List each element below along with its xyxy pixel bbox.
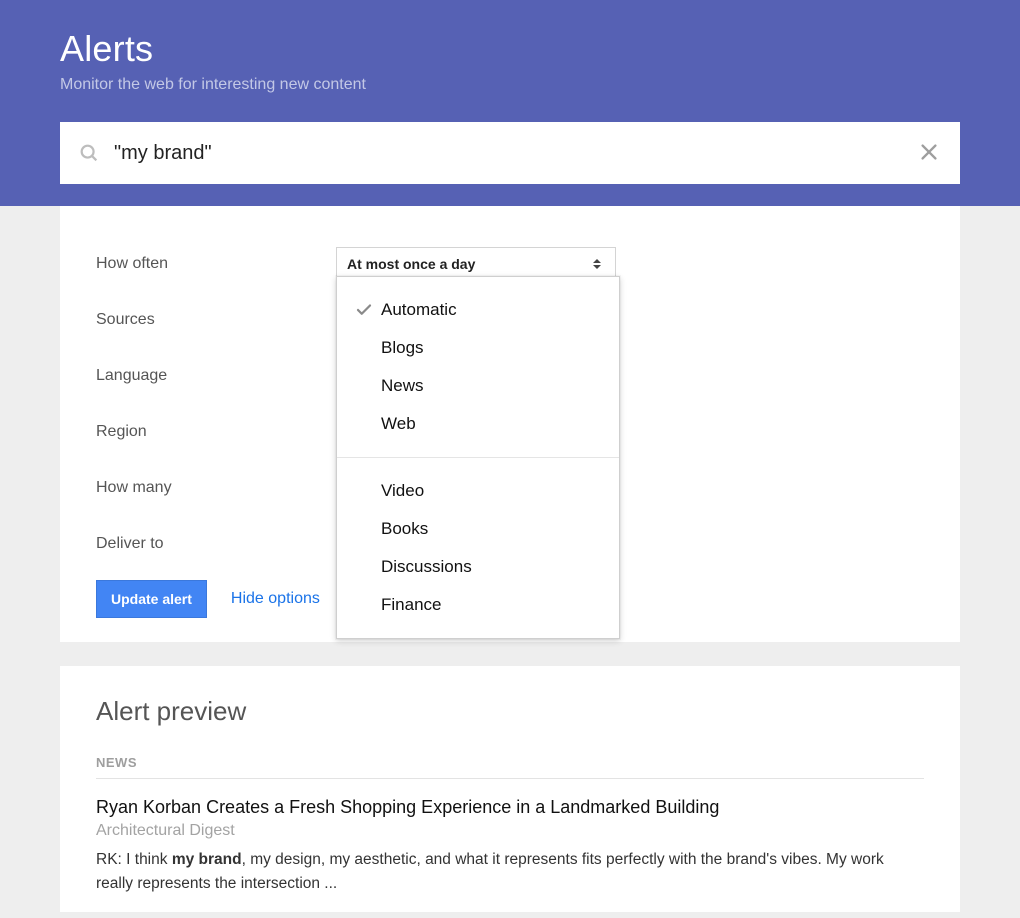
sources-option-label: News (381, 376, 601, 396)
header: Alerts Monitor the web for interesting n… (0, 0, 1020, 206)
sources-option-label: Web (381, 414, 601, 434)
sources-option-label: Blogs (381, 338, 601, 358)
options-panel: How often At most once a day Sources Lan… (60, 206, 960, 642)
preview-article: Ryan Korban Creates a Fresh Shopping Exp… (96, 797, 924, 896)
sources-option-label: Finance (381, 595, 601, 615)
preview-category-label: NEWS (96, 755, 924, 779)
search-bar[interactable] (60, 122, 960, 184)
label-language: Language (96, 367, 336, 385)
article-snippet: RK: I think my brand, my design, my aest… (96, 848, 924, 896)
search-icon (78, 142, 100, 164)
label-deliver-to: Deliver to (96, 535, 336, 553)
sources-option-news[interactable]: News (337, 367, 619, 405)
sources-option-video[interactable]: Video (337, 472, 619, 510)
sources-option-web[interactable]: Web (337, 405, 619, 443)
article-source: Architectural Digest (96, 822, 924, 840)
sources-option-blogs[interactable]: Blogs (337, 329, 619, 367)
alert-preview-heading: Alert preview (96, 696, 924, 727)
page-subtitle: Monitor the web for interesting new cont… (60, 76, 960, 94)
sources-dropdown-group-1: Automatic Blogs News Web (337, 277, 619, 457)
sources-dropdown-group-2: Video Books Discussions Finance (337, 458, 619, 638)
sources-option-label: Video (381, 481, 601, 501)
sources-option-label: Books (381, 519, 601, 539)
select-how-often-value: At most once a day (347, 256, 475, 272)
clear-search-button[interactable] (912, 136, 946, 170)
label-region: Region (96, 423, 336, 441)
sources-option-finance[interactable]: Finance (337, 586, 619, 624)
select-caret-icon (593, 256, 605, 272)
check-icon (355, 301, 381, 319)
sources-option-books[interactable]: Books (337, 510, 619, 548)
update-alert-button[interactable]: Update alert (96, 580, 207, 618)
article-title[interactable]: Ryan Korban Creates a Fresh Shopping Exp… (96, 797, 924, 818)
search-input[interactable] (114, 142, 912, 165)
alert-preview-panel: Alert preview NEWS Ryan Korban Creates a… (60, 666, 960, 912)
snippet-prefix: RK: I think (96, 851, 172, 868)
snippet-highlight: my brand (172, 851, 242, 868)
sources-option-label: Discussions (381, 557, 601, 577)
sources-dropdown[interactable]: Automatic Blogs News Web Video (336, 276, 620, 639)
label-how-often: How often (96, 255, 336, 273)
hide-options-link[interactable]: Hide options (231, 590, 320, 608)
label-sources: Sources (96, 311, 336, 329)
page-title: Alerts (60, 28, 960, 70)
sources-option-discussions[interactable]: Discussions (337, 548, 619, 586)
label-how-many: How many (96, 479, 336, 497)
close-icon (918, 141, 940, 166)
sources-option-label: Automatic (381, 300, 601, 320)
sources-option-automatic[interactable]: Automatic (337, 291, 619, 329)
